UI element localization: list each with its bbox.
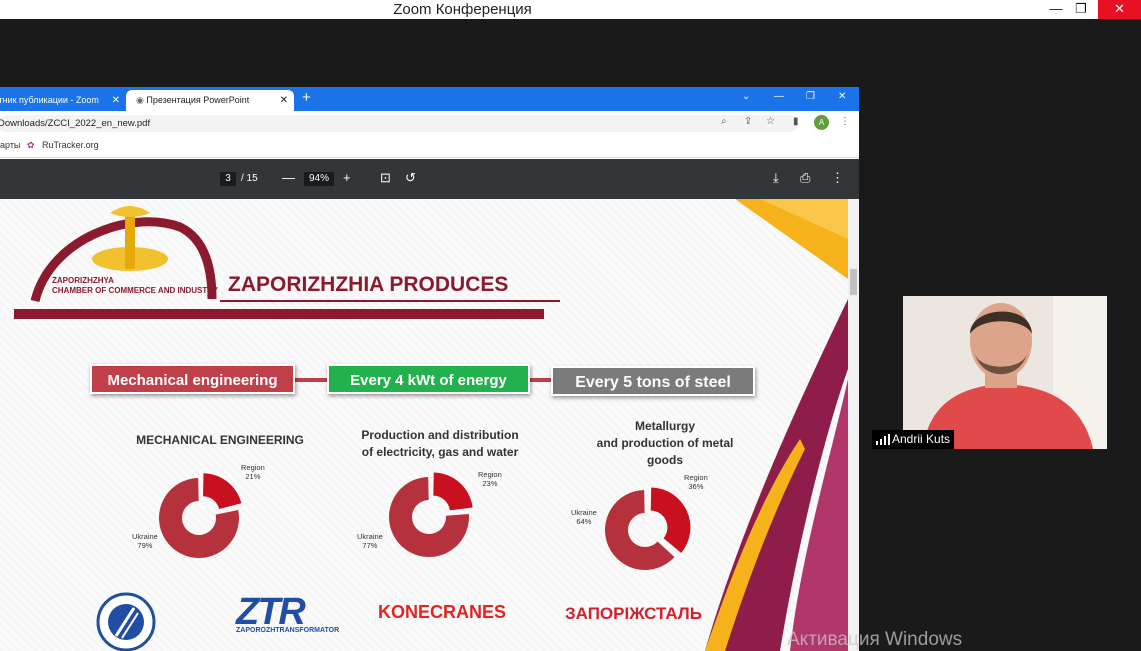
ztr-logo: ZTR ZAPOROZHTRANSFORMATOR — [236, 591, 340, 634]
chart-title: Production and distribution of electricit… — [361, 428, 519, 459]
globe-icon: ◉ — [136, 95, 147, 105]
konecranes-logo: KONECRANES — [378, 602, 507, 622]
tab-search-icon[interactable]: ⌄ — [742, 91, 750, 102]
participant-video[interactable] — [903, 296, 1107, 449]
restore-icon[interactable]: ❐ — [806, 91, 815, 102]
region-slice — [203, 473, 242, 510]
ukraine-label: Ukraine 64% — [571, 508, 597, 526]
tab-label: Презентация PowerPoint — [146, 95, 250, 105]
region-slice — [433, 472, 473, 511]
minimize-icon[interactable]: — — [774, 91, 784, 102]
more-icon[interactable]: ⋮ — [831, 170, 844, 186]
chart-title: MECHANICAL ENGINEERING — [136, 433, 304, 447]
participant-name: Andrii Kuts — [892, 432, 951, 446]
zaporizhstal-logo: ЗАПОРІЖСТАЛЬ — [565, 604, 702, 623]
participant-avatar — [903, 296, 1107, 449]
windows-activation-watermark: Активация Windows — [787, 629, 963, 650]
close-icon[interactable]: ✕ — [112, 90, 120, 111]
zoom-icon[interactable]: ⌕ — [721, 116, 727, 127]
bookmark-item[interactable]: RuTracker.org — [42, 135, 99, 155]
bookmarks-bar: арты ✿ RuTracker.org — [0, 135, 859, 158]
ukraine-label: Ukraine 77% — [357, 532, 383, 550]
sidebar-icon[interactable]: ▮ — [793, 116, 799, 127]
zoom-title-bar: Zoom Конференция — ❐ ✕ — [0, 0, 1141, 19]
restore-button[interactable]: ❐ — [1064, 0, 1098, 19]
zoom-out-button[interactable]: — — [282, 170, 295, 185]
emblem-icon — [92, 206, 168, 271]
slide-title: ZAPORIZHZHIA PRODUCES — [228, 273, 509, 296]
pdf-page: ZAPORIZHZHYA CHAMBER OF COMMERCE AND IND… — [0, 199, 848, 651]
participant-name-bar: Andrii Kuts — [872, 430, 955, 449]
scrollbar[interactable] — [848, 199, 859, 651]
close-button[interactable]: ✕ — [1098, 0, 1141, 19]
menu-icon[interactable]: ⋮ — [840, 116, 850, 127]
tab-zoom[interactable]: стник публикации - Zoom ✕ — [0, 90, 126, 111]
page-total: / 15 — [241, 173, 258, 184]
region-label: Region 21% — [241, 463, 265, 481]
signal-icon — [876, 434, 890, 445]
new-tab-button[interactable]: + — [302, 89, 311, 106]
address-bar: Downloads/ZCCI_2022_en_new.pdf ⌕ ⇪ ☆ ▮ A… — [0, 111, 859, 135]
page-number-input[interactable]: 3 — [220, 172, 236, 186]
url-field[interactable]: Downloads/ZCCI_2022_en_new.pdf — [0, 115, 798, 132]
tab-label: стник публикации - Zoom — [0, 95, 99, 105]
category-pill: Mechanical engineering — [90, 364, 295, 394]
motor-sich-logo — [96, 592, 156, 651]
rutracker-icon: ✿ — [27, 140, 35, 150]
region-label: Region 36% — [684, 473, 708, 491]
tab-strip: стник публикации - Zoom ✕ ◉ Презентация … — [0, 87, 859, 111]
donut-chart — [159, 473, 242, 558]
zoom-input[interactable]: 94% — [304, 172, 334, 186]
shared-browser-window: стник публикации - Zoom ✕ ◉ Презентация … — [0, 87, 859, 651]
donut-chart — [389, 472, 473, 557]
tab-presentation[interactable]: ◉ Презентация PowerPoint ✕ — [126, 90, 294, 111]
scroll-thumb[interactable] — [850, 269, 857, 295]
rotate-icon[interactable]: ↺ — [405, 170, 416, 186]
fit-page-icon[interactable]: ⊡ — [380, 170, 391, 186]
ukraine-label: Ukraine 79% — [132, 532, 158, 550]
star-icon[interactable]: ☆ — [766, 116, 775, 127]
download-icon[interactable]: ⤓ — [773, 170, 779, 186]
pdf-toolbar: 3 / 15 — 94% + ⊡ ↺ ⤓ ⎙ ⋮ — [0, 159, 859, 199]
window-title: Zoom Конференция — [393, 1, 532, 18]
print-icon[interactable]: ⎙ — [800, 170, 810, 186]
bookmark-item[interactable]: арты — [0, 135, 20, 155]
org-name: CHAMBER OF COMMERCE AND INDUSTRY — [52, 286, 219, 295]
category-pill: Every 5 tons of steel — [551, 366, 755, 396]
close-icon[interactable]: ✕ — [280, 90, 288, 111]
zoom-in-button[interactable]: + — [343, 170, 351, 185]
chart-title: Metallurgy and production of metal goods — [596, 419, 734, 467]
close-icon[interactable]: ✕ — [838, 91, 846, 102]
org-name: ZAPORIZHZHYA — [52, 276, 114, 285]
avatar[interactable]: A — [814, 115, 829, 130]
category-pill: Every 4 kWt of energy — [327, 364, 530, 394]
share-icon[interactable]: ⇪ — [744, 116, 752, 127]
region-label: Region 23% — [478, 470, 502, 488]
